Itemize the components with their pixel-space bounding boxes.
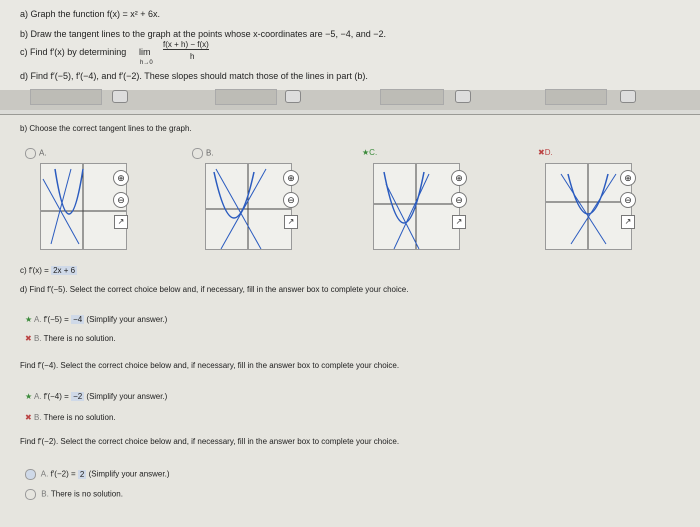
difference-quotient-numerator: f(x + h) − f(x) bbox=[163, 40, 209, 50]
zoom-in-icon[interactable]: ⊕ bbox=[283, 170, 299, 186]
option-d[interactable]: ✖D. bbox=[538, 148, 553, 157]
graph-d bbox=[545, 163, 632, 250]
graph-b-plot bbox=[206, 164, 291, 250]
option-c[interactable]: ★C. bbox=[362, 148, 377, 157]
q1-prompt: d) Find f′(−5). Select the correct choic… bbox=[20, 285, 409, 294]
graph-thumbnail-c[interactable] bbox=[380, 89, 444, 105]
q2-answer-box[interactable]: −2 bbox=[71, 392, 85, 401]
zoom-in-icon[interactable]: ⊕ bbox=[451, 170, 467, 186]
preview-icon[interactable] bbox=[620, 90, 636, 103]
external-link-icon[interactable]: ↗ bbox=[452, 215, 466, 229]
radio-icon[interactable] bbox=[25, 489, 36, 500]
limit-symbol: lim bbox=[139, 47, 151, 57]
star-icon: ★ bbox=[25, 315, 33, 324]
preview-icon[interactable] bbox=[112, 90, 128, 103]
q2-choice-b[interactable]: ✖ B. There is no solution. bbox=[25, 413, 116, 422]
q3-prompt: Find f′(−2). Select the correct choice b… bbox=[20, 437, 400, 446]
preview-icon[interactable] bbox=[285, 90, 301, 103]
cross-icon: ✖ bbox=[538, 148, 545, 157]
graph-thumbnail-a[interactable] bbox=[30, 89, 102, 105]
graph-c bbox=[373, 163, 460, 250]
radio-icon[interactable] bbox=[25, 469, 36, 480]
external-link-icon[interactable]: ↗ bbox=[284, 215, 298, 229]
part-a-text: a) Graph the function f(x) = x² + 6x. bbox=[20, 9, 161, 19]
star-icon: ★ bbox=[25, 392, 33, 401]
cross-icon: ✖ bbox=[25, 334, 32, 343]
part-b-text: b) Draw the tangent lines to the graph a… bbox=[20, 29, 386, 39]
graph-b bbox=[205, 163, 292, 250]
graph-thumbnail-b[interactable] bbox=[215, 89, 277, 105]
graph-d-plot bbox=[546, 164, 631, 249]
limit-subscript: h→0 bbox=[140, 60, 153, 66]
graph-thumbnail-d[interactable] bbox=[545, 89, 607, 105]
radio-icon[interactable] bbox=[192, 148, 203, 159]
part-d-text: d) Find f′(−5), f′(−4), and f′(−2). Thes… bbox=[20, 71, 368, 81]
option-a[interactable]: A. bbox=[25, 148, 47, 159]
section-c-row: c) f′(x) = 2x + 6 bbox=[20, 266, 78, 275]
q1-choice-a[interactable]: ★ A. f′(−5) = −4 (Simplify your answer.) bbox=[25, 315, 167, 324]
zoom-in-icon[interactable]: ⊕ bbox=[620, 170, 636, 186]
zoom-out-icon[interactable]: ⊖ bbox=[283, 192, 299, 208]
cross-icon: ✖ bbox=[25, 413, 32, 422]
zoom-out-icon[interactable]: ⊖ bbox=[451, 192, 467, 208]
external-link-icon[interactable]: ↗ bbox=[621, 215, 635, 229]
zoom-out-icon[interactable]: ⊖ bbox=[113, 192, 129, 208]
q1-answer-box[interactable]: −4 bbox=[71, 315, 85, 324]
q2-prompt: Find f′(−4). Select the correct choice b… bbox=[20, 361, 400, 370]
q2-choice-a[interactable]: ★ A. f′(−4) = −2 (Simplify your answer.) bbox=[25, 392, 167, 401]
radio-icon[interactable] bbox=[25, 148, 36, 159]
external-link-icon[interactable]: ↗ bbox=[114, 215, 128, 229]
part-c-text: c) Find f′(x) by determining bbox=[20, 47, 127, 57]
q3-answer-box[interactable]: 2 bbox=[77, 469, 87, 479]
derivative-label: c) f′(x) = bbox=[20, 266, 49, 275]
zoom-out-icon[interactable]: ⊖ bbox=[620, 192, 636, 208]
zoom-in-icon[interactable]: ⊕ bbox=[113, 170, 129, 186]
q3-choice-b[interactable]: B. There is no solution. bbox=[25, 489, 123, 500]
option-b[interactable]: B. bbox=[192, 148, 214, 159]
graph-c-plot bbox=[374, 164, 459, 250]
difference-quotient-denominator: h bbox=[190, 52, 195, 61]
q3-choice-a[interactable]: A. f′(−2) = 2 (Simplify your answer.) bbox=[25, 469, 170, 480]
preview-icon[interactable] bbox=[455, 90, 471, 103]
q1-choice-b[interactable]: ✖ B. There is no solution. bbox=[25, 334, 116, 343]
section-b-instruction: b) Choose the correct tangent lines to t… bbox=[20, 124, 192, 133]
derivative-answer-box[interactable]: 2x + 6 bbox=[51, 266, 78, 275]
